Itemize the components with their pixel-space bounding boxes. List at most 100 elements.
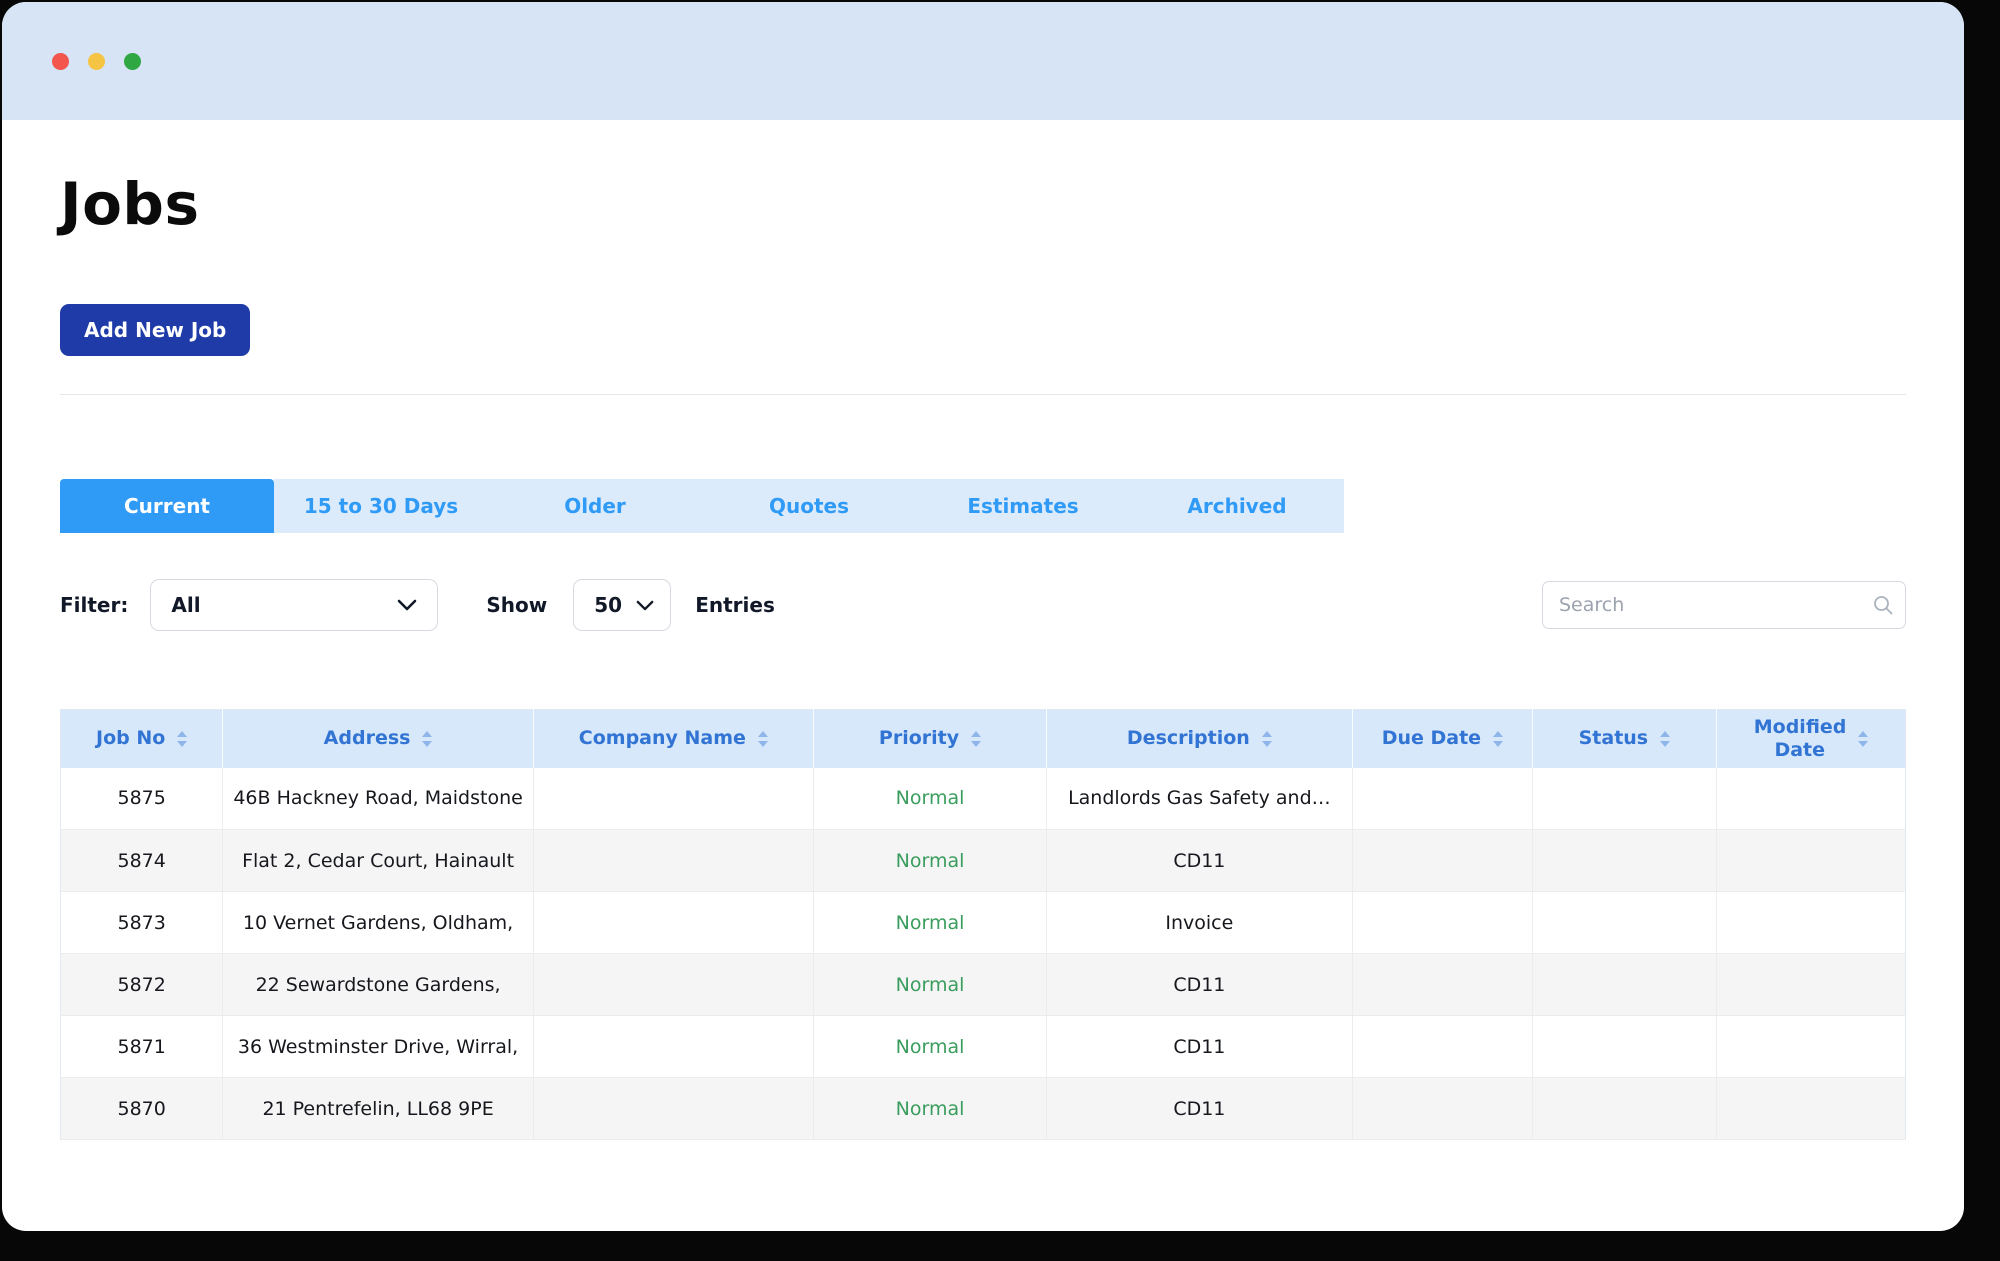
cell-job-no: 5870 bbox=[60, 1077, 224, 1140]
cell-address: Flat 2, Cedar Court, Hainault bbox=[222, 829, 534, 892]
cell-status bbox=[1532, 829, 1717, 892]
sort-icon bbox=[757, 730, 768, 747]
column-header-company-name[interactable]: Company Name bbox=[533, 709, 814, 768]
filter-select[interactable]: All bbox=[150, 579, 439, 631]
column-header-job-no[interactable]: Job No bbox=[60, 709, 224, 768]
tab-15-to-30-days[interactable]: 15 to 30 Days bbox=[274, 479, 488, 533]
cell-priority: Normal bbox=[813, 829, 1048, 892]
cell-priority: Normal bbox=[813, 891, 1048, 954]
cell-job-no: 5872 bbox=[60, 953, 224, 1016]
cell-priority: Normal bbox=[813, 767, 1048, 830]
cell-priority: Normal bbox=[813, 1015, 1048, 1078]
sort-icon bbox=[1261, 730, 1272, 747]
search-icon bbox=[1874, 596, 1893, 615]
cell-description: CD11 bbox=[1046, 953, 1353, 1016]
sort-icon bbox=[1660, 730, 1671, 747]
cell-modified-date bbox=[1716, 953, 1906, 1016]
cell-address: 22 Sewardstone Gardens, bbox=[222, 953, 534, 1016]
column-header-modified-date[interactable]: Modified Date bbox=[1716, 709, 1906, 768]
cell-due-date bbox=[1352, 891, 1534, 954]
cell-modified-date bbox=[1716, 891, 1906, 954]
table-header-row: Job No Address Company Name Priority Des… bbox=[60, 709, 1906, 768]
cell-due-date bbox=[1352, 767, 1534, 830]
cell-status bbox=[1532, 767, 1717, 830]
filter-label: Filter: bbox=[60, 593, 129, 617]
sort-icon bbox=[422, 730, 433, 747]
table-row[interactable]: 5871 36 Westminster Drive, Wirral, Norma… bbox=[60, 1015, 1906, 1078]
app-window: Jobs Add New Job Current 15 to 30 Days O… bbox=[2, 2, 1964, 1231]
sort-icon bbox=[1857, 730, 1868, 747]
filter-toolbar: Filter: All Show 50 Entries bbox=[60, 579, 1906, 631]
chevron-down-icon bbox=[398, 599, 417, 611]
table-row[interactable]: 5872 22 Sewardstone Gardens, Normal CD11 bbox=[60, 953, 1906, 1016]
column-header-due-date[interactable]: Due Date bbox=[1352, 709, 1534, 768]
cell-company bbox=[533, 1077, 814, 1140]
show-label: Show bbox=[486, 593, 548, 617]
sort-icon bbox=[971, 730, 982, 747]
cell-job-no: 5874 bbox=[60, 829, 224, 892]
cell-job-no: 5873 bbox=[60, 891, 224, 954]
show-entries-value: 50 bbox=[594, 593, 623, 617]
cell-due-date bbox=[1352, 1015, 1534, 1078]
column-header-status[interactable]: Status bbox=[1532, 709, 1717, 768]
cell-status bbox=[1532, 891, 1717, 954]
cell-priority: Normal bbox=[813, 1077, 1048, 1140]
cell-description: Landlords Gas Safety and… bbox=[1046, 767, 1353, 830]
cell-status bbox=[1532, 1077, 1717, 1140]
cell-description: CD11 bbox=[1046, 1015, 1353, 1078]
jobs-table: Job No Address Company Name Priority Des… bbox=[60, 709, 1906, 1140]
cell-company bbox=[533, 767, 814, 830]
cell-description: CD11 bbox=[1046, 829, 1353, 892]
section-divider bbox=[60, 394, 1906, 395]
cell-status bbox=[1532, 953, 1717, 1016]
cell-due-date bbox=[1352, 953, 1534, 1016]
cell-company bbox=[533, 1015, 814, 1078]
column-header-description[interactable]: Description bbox=[1046, 709, 1353, 768]
page-content: Jobs Add New Job Current 15 to 30 Days O… bbox=[2, 170, 1964, 1140]
cell-modified-date bbox=[1716, 829, 1906, 892]
cell-description: Invoice bbox=[1046, 891, 1353, 954]
tab-estimates[interactable]: Estimates bbox=[916, 479, 1130, 533]
table-row[interactable]: 5873 10 Vernet Gardens, Oldham, Normal I… bbox=[60, 891, 1906, 954]
chevron-down-icon bbox=[636, 600, 654, 610]
cell-job-no: 5871 bbox=[60, 1015, 224, 1078]
cell-job-no: 5875 bbox=[60, 767, 224, 830]
cell-address: 46B Hackney Road, Maidstone bbox=[222, 767, 534, 830]
cell-address: 36 Westminster Drive, Wirral, bbox=[222, 1015, 534, 1078]
cell-status bbox=[1532, 1015, 1717, 1078]
cell-company bbox=[533, 953, 814, 1016]
window-titlebar bbox=[2, 2, 1964, 120]
close-window-button[interactable] bbox=[52, 52, 69, 70]
entries-label: Entries bbox=[695, 593, 775, 617]
table-row[interactable]: 5874 Flat 2, Cedar Court, Hainault Norma… bbox=[60, 829, 1906, 892]
page-title: Jobs bbox=[60, 170, 200, 238]
table-row[interactable]: 5875 46B Hackney Road, Maidstone Normal … bbox=[60, 767, 1906, 830]
cell-description: CD11 bbox=[1046, 1077, 1353, 1140]
cell-address: 21 Pentrefelin, LL68 9PE bbox=[222, 1077, 534, 1140]
sort-icon bbox=[177, 730, 188, 747]
tab-current[interactable]: Current bbox=[60, 479, 274, 533]
tab-bar: Current 15 to 30 Days Older Quotes Estim… bbox=[60, 479, 1906, 533]
filter-select-value: All bbox=[171, 593, 201, 617]
cell-modified-date bbox=[1716, 1015, 1906, 1078]
cell-address: 10 Vernet Gardens, Oldham, bbox=[222, 891, 534, 954]
cell-company bbox=[533, 891, 814, 954]
sort-icon bbox=[1493, 730, 1504, 747]
search-input[interactable] bbox=[1542, 581, 1906, 629]
table-row[interactable]: 5870 21 Pentrefelin, LL68 9PE Normal CD1… bbox=[60, 1077, 1906, 1140]
column-header-priority[interactable]: Priority bbox=[813, 709, 1048, 768]
show-entries-select[interactable]: 50 bbox=[573, 579, 672, 631]
cell-due-date bbox=[1352, 829, 1534, 892]
tab-quotes[interactable]: Quotes bbox=[702, 479, 916, 533]
tab-archived[interactable]: Archived bbox=[1130, 479, 1344, 533]
search-box bbox=[1542, 581, 1906, 629]
column-header-address[interactable]: Address bbox=[222, 709, 534, 768]
add-new-job-button[interactable]: Add New Job bbox=[60, 304, 251, 356]
cell-company bbox=[533, 829, 814, 892]
cell-modified-date bbox=[1716, 1077, 1906, 1140]
cell-due-date bbox=[1352, 1077, 1534, 1140]
maximize-window-button[interactable] bbox=[124, 52, 141, 70]
minimize-window-button[interactable] bbox=[88, 52, 105, 70]
tab-older[interactable]: Older bbox=[488, 479, 702, 533]
cell-modified-date bbox=[1716, 767, 1906, 830]
